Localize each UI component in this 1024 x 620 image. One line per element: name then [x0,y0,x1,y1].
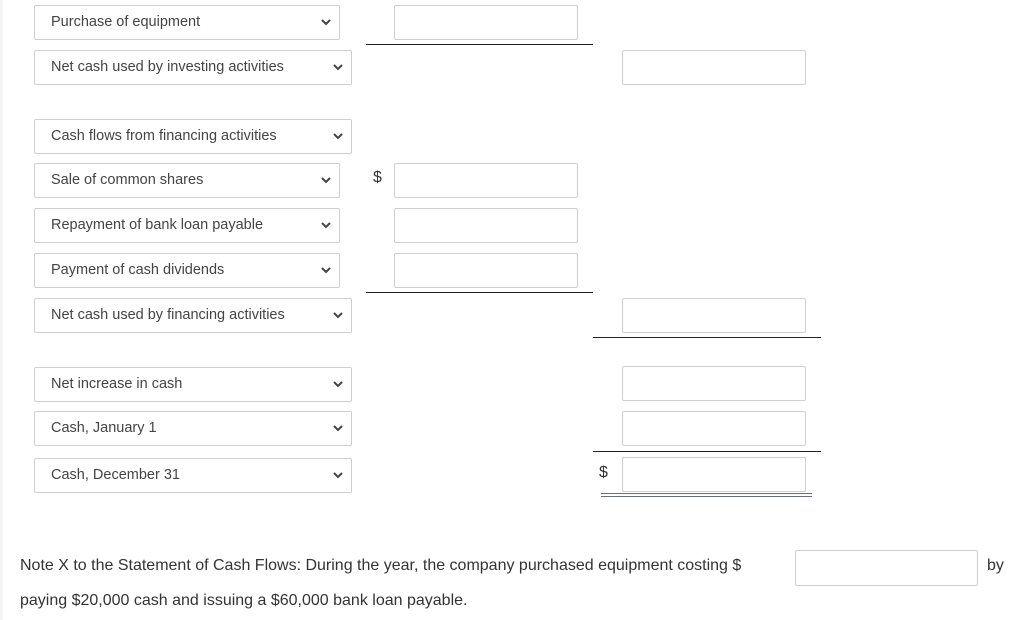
chevron-down-icon [333,120,343,140]
select-label: Cash, December 31 [51,467,180,483]
select-purchase-of-equipment[interactable]: Purchase of equipment [34,5,340,40]
input-net-cash-investing[interactable] [622,50,806,85]
select-label: Cash flows from financing activities [51,128,277,144]
select-label: Net increase in cash [51,376,183,392]
input-equipment-cost[interactable] [795,550,978,586]
input-cash-january-1[interactable] [622,411,806,446]
input-sale-of-common-shares[interactable] [394,163,578,198]
select-label: Net cash used by financing activities [51,307,285,323]
chevron-down-icon [321,6,331,26]
note-by-text: by [987,557,1004,574]
chevron-down-icon [321,164,331,184]
subtotal-rule [593,451,821,452]
input-purchase-of-equipment[interactable] [394,5,578,40]
input-cash-december-31[interactable] [622,457,806,492]
select-label: Repayment of bank loan payable [51,217,264,233]
input-payment-of-dividends[interactable] [394,253,578,288]
subtotal-rule [593,337,821,338]
dollar-sign: $ [599,464,608,481]
select-cash-flows-financing[interactable]: Cash flows from financing activities [34,119,352,154]
select-cash-january-1[interactable]: Cash, January 1 [34,411,352,446]
select-net-cash-financing[interactable]: Net cash used by financing activities [34,298,352,333]
select-cash-december-31[interactable]: Cash, December 31 [34,458,352,493]
chevron-down-icon [321,209,331,229]
chevron-down-icon [333,368,343,388]
input-repayment-of-bank-loan[interactable] [394,208,578,243]
note-line-2: paying $20,000 cash and issuing a $60,00… [20,592,468,609]
select-label: Purchase of equipment [51,14,201,30]
dollar-sign: $ [373,169,382,186]
select-sale-of-common-shares[interactable]: Sale of common shares [34,163,340,198]
select-net-cash-investing[interactable]: Net cash used by investing activities [34,50,352,85]
chevron-down-icon [321,254,331,274]
subtotal-rule [366,292,593,293]
double-underline-top [601,493,812,494]
left-border [0,0,3,620]
chevron-down-icon [333,412,343,432]
select-label: Net cash used by investing activities [51,59,284,75]
chevron-down-icon [333,459,343,479]
select-label: Sale of common shares [51,172,204,188]
select-label: Payment of cash dividends [51,262,225,278]
subtotal-rule [366,44,593,45]
double-underline-bottom [601,496,812,497]
select-payment-of-dividends[interactable]: Payment of cash dividends [34,253,340,288]
select-label: Cash, January 1 [51,420,157,436]
select-repayment-of-bank-loan[interactable]: Repayment of bank loan payable [34,208,340,243]
chevron-down-icon [333,299,343,319]
chevron-down-icon [333,51,343,71]
select-net-increase-in-cash[interactable]: Net increase in cash [34,367,352,402]
input-net-cash-financing[interactable] [622,298,806,333]
note-line-1: Note X to the Statement of Cash Flows: D… [20,557,742,574]
input-net-increase-in-cash[interactable] [622,366,806,401]
